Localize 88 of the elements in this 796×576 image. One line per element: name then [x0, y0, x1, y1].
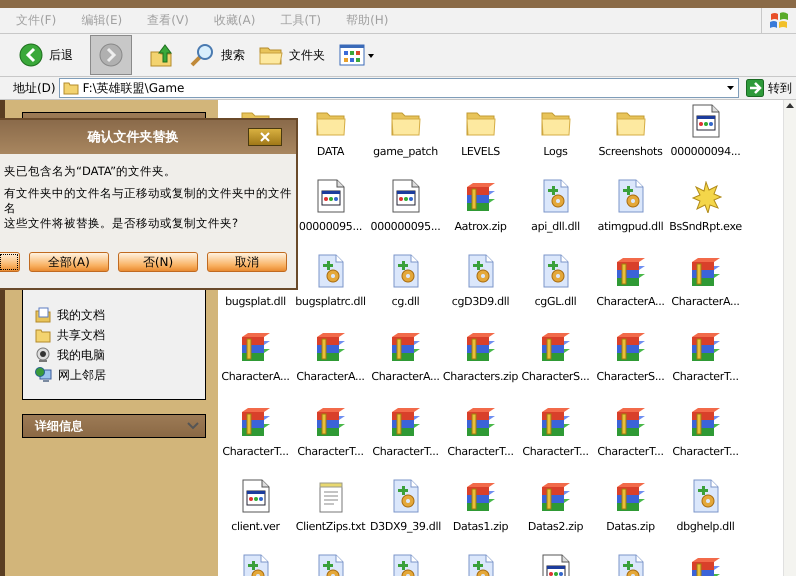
- file-name[interactable]: CharacterT...: [672, 370, 739, 383]
- place-link[interactable]: 我的文档: [35, 307, 205, 323]
- file-name[interactable]: bugsplat.dll: [225, 295, 286, 308]
- program-file-icon: [690, 104, 720, 138]
- file-name[interactable]: CharacterT...: [372, 445, 439, 458]
- dialog-button[interactable]: 取消: [207, 252, 287, 272]
- file-name[interactable]: CharacterT...: [447, 445, 514, 458]
- webcam-icon: [35, 347, 51, 363]
- file-name[interactable]: cg.dll: [392, 295, 420, 308]
- address-field[interactable]: F:\英雄联盟\Game: [58, 78, 739, 98]
- gear-file-icon: [542, 179, 570, 213]
- program-file-icon: [390, 179, 420, 213]
- file-name[interactable]: game_patch: [373, 145, 438, 158]
- file-name[interactable]: CharacterT...: [297, 445, 364, 458]
- file-name[interactable]: CharacterA...: [371, 370, 440, 383]
- dialog-button[interactable]: [0, 252, 20, 272]
- dialog-title: 确认文件夹替换: [86, 128, 180, 146]
- windows-flag-icon: [769, 12, 789, 30]
- gear-file-icon: [316, 254, 344, 288]
- file-name[interactable]: CharacterT...: [522, 445, 589, 458]
- file-name[interactable]: CharacterA...: [296, 370, 365, 383]
- folder-up-arrow-icon: [149, 42, 175, 68]
- file-name[interactable]: api_dll.dll: [531, 220, 580, 233]
- folder-icon: [35, 328, 51, 342]
- program-file-icon: [240, 479, 270, 513]
- file-name[interactable]: BsSndRpt.exe: [669, 220, 742, 233]
- file-name[interactable]: CharacterA...: [596, 295, 665, 308]
- address-label: 地址(D): [13, 80, 56, 96]
- file-name[interactable]: client.ver: [231, 520, 280, 533]
- file-name[interactable]: Logs: [543, 145, 568, 158]
- file-name[interactable]: Datas.zip: [606, 520, 655, 533]
- file-name[interactable]: cgD3D9.dll: [452, 295, 510, 308]
- notepad-icon: [318, 481, 344, 513]
- file-name[interactable]: 00000095...: [298, 220, 362, 233]
- file-name[interactable]: CharacterA...: [671, 295, 740, 308]
- gear-file-icon: [542, 254, 570, 288]
- file-name[interactable]: Aatrox.zip: [454, 220, 507, 233]
- program-file-icon: [316, 179, 346, 213]
- go-button[interactable]: 转到: [742, 78, 796, 98]
- file-name[interactable]: D3DX9_39.dll: [370, 520, 441, 533]
- file-name[interactable]: 000000094...: [670, 145, 740, 158]
- folders-button[interactable]: 文件夹: [254, 38, 330, 72]
- file-name[interactable]: bugsplatrc.dll: [295, 295, 366, 308]
- gear-file-icon: [692, 479, 720, 513]
- file-name[interactable]: LEVELS: [461, 145, 500, 158]
- close-button[interactable]: [248, 128, 282, 146]
- file-name[interactable]: Datas1.zip: [452, 520, 508, 533]
- file-name[interactable]: CharacterT...: [222, 445, 289, 458]
- right-arrow-icon: [746, 79, 764, 97]
- details-header[interactable]: 详细信息: [22, 414, 206, 438]
- file-name[interactable]: ClientZips.txt: [296, 520, 366, 533]
- folder-icon: [62, 81, 79, 95]
- file-name[interactable]: CharacterS...: [522, 370, 590, 383]
- file-name[interactable]: DATA: [316, 145, 344, 158]
- file-name[interactable]: dbghelp.dll: [676, 520, 735, 533]
- file-name[interactable]: CharacterS...: [596, 370, 664, 383]
- search-icon: [189, 42, 215, 68]
- view-grid-icon: [339, 44, 375, 66]
- documents-folder-icon: [35, 307, 51, 323]
- network-globe-icon: [35, 367, 52, 383]
- gear-file-icon: [466, 254, 494, 288]
- place-link[interactable]: 我的电脑: [35, 347, 205, 363]
- close-icon: [260, 132, 270, 142]
- dialog-message: 夹已包含名为“DATA”的文件夹。: [4, 164, 178, 179]
- file-name[interactable]: CharacterT...: [597, 445, 664, 458]
- scroll-up-arrow-icon[interactable]: [786, 102, 794, 110]
- scrollbar[interactable]: [783, 100, 796, 576]
- file-name[interactable]: cgGL.dll: [534, 295, 576, 308]
- file-name[interactable]: Screenshots: [598, 145, 662, 158]
- gear-file-icon: [392, 254, 420, 288]
- dialog-message: 这些文件将被替换。是否移动或复制文件夹?: [4, 216, 240, 231]
- file-name[interactable]: CharacterT...: [672, 445, 739, 458]
- file-name[interactable]: atimgpud.dll: [598, 220, 664, 233]
- back-button[interactable]: 后退: [14, 38, 78, 72]
- dialog-button[interactable]: 否(N): [118, 252, 198, 272]
- starburst-icon: [690, 181, 722, 213]
- gear-file-icon: [392, 479, 420, 513]
- dialog-message: 有文件夹中的文件名与正移动或复制的文件夹中的文件名: [4, 186, 293, 216]
- place-link[interactable]: 共享文档: [35, 327, 205, 343]
- search-button[interactable]: 搜索: [184, 38, 250, 72]
- details-title: 详细信息: [35, 418, 83, 434]
- file-name[interactable]: Characters.zip: [442, 370, 518, 383]
- dialog-button[interactable]: 全部(A): [29, 252, 109, 272]
- file-name[interactable]: CharacterA...: [221, 370, 290, 383]
- place-link[interactable]: 网上邻居: [35, 367, 205, 383]
- file-name[interactable]: 000000095...: [370, 220, 440, 233]
- file-name[interactable]: Datas2.zip: [528, 520, 584, 533]
- gear-file-icon: [616, 179, 644, 213]
